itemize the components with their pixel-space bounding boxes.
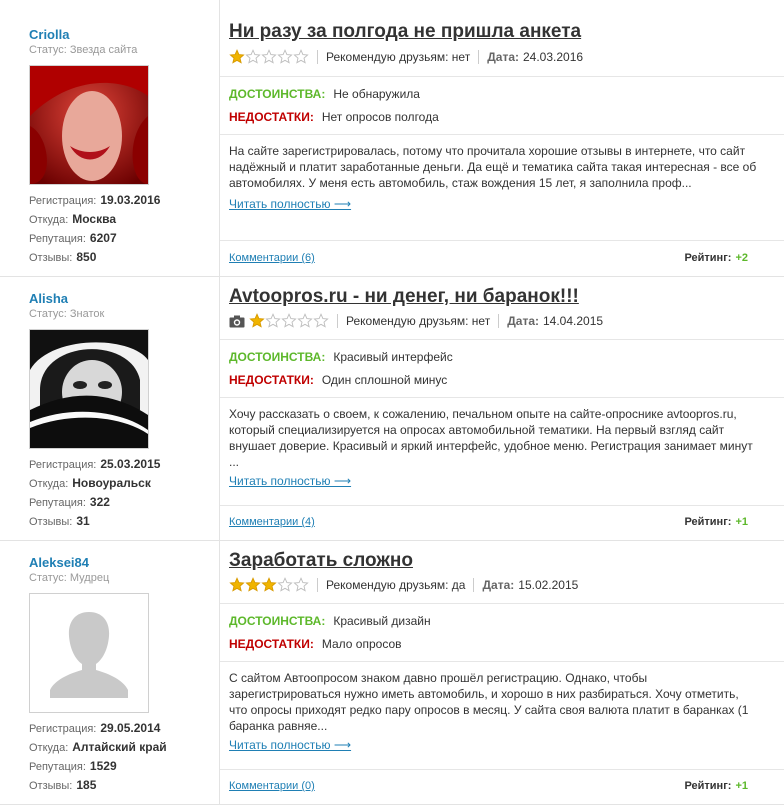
review-meta: Рекомендую друзьям: да Дата: 15.02.2015 <box>229 577 578 593</box>
author-avatar[interactable] <box>29 65 149 185</box>
divider <box>220 397 784 398</box>
author-reputation: Репутация: 322 <box>29 495 110 509</box>
meta-divider <box>337 314 338 328</box>
recommend-text: Рекомендую друзьям: нет <box>346 314 491 328</box>
review-author-panel: Aleksei84 Статус: Мудрец Регистрация: 29.… <box>0 540 220 804</box>
pros-row: ДОСТОИНСТВА: Красивый интерфейс <box>229 350 453 364</box>
review-title-link[interactable]: Заработать сложно <box>229 550 413 572</box>
review-meta: Рекомендую друзьям: нет Дата: 24.03.2016 <box>229 49 583 65</box>
star-icon <box>261 49 277 64</box>
review-date: 15.02.2015 <box>518 578 579 592</box>
author-review-count: Отзывы: 185 <box>29 778 97 792</box>
author-registration: Регистрация: 19.03.2016 <box>29 193 161 207</box>
star-icon <box>293 49 309 64</box>
meta-divider <box>478 50 480 64</box>
author-avatar[interactable] <box>29 329 149 449</box>
review-rating: Рейтинг: +2 <box>684 252 748 264</box>
star-icon <box>229 577 245 592</box>
rating-stars <box>229 49 309 65</box>
author-reputation: Репутация: 1529 <box>29 759 117 773</box>
review-excerpt: С сайтом Автоопросом знаком давно прошёл… <box>229 671 749 733</box>
review-author-panel: Criolla Статус: Звезда сайта Регистрация… <box>0 0 220 276</box>
author-registration: Регистрация: 25.03.2015 <box>29 457 161 471</box>
author-registration: Регистрация: 29.05.2014 <box>29 721 161 735</box>
cons-row: НЕДОСТАТКИ: Один сплошной минус <box>229 373 448 387</box>
cons-row: НЕДОСТАТКИ: Мало опросов <box>229 637 402 651</box>
rating-stars <box>249 313 329 329</box>
read-more-link[interactable]: Читать полностью ⟶ <box>229 474 351 488</box>
author-reputation: Репутация: 6207 <box>29 231 117 245</box>
author-name-link[interactable]: Alisha <box>29 291 68 306</box>
meta-divider <box>317 50 318 64</box>
author-review-count: Отзывы: 31 <box>29 514 90 528</box>
read-more-link[interactable]: Читать полностью ⟶ <box>229 738 351 752</box>
date-label: Дата: <box>482 578 515 592</box>
review-excerpt: На сайте зарегистрировалась, потому что … <box>229 144 757 190</box>
recommend-text: Рекомендую друзьям: да <box>326 578 466 592</box>
author-location: Откуда: Москва <box>29 212 117 226</box>
star-icon <box>245 49 261 64</box>
author-avatar[interactable] <box>29 593 149 713</box>
star-icon <box>249 313 265 328</box>
divider <box>220 603 784 604</box>
author-location: Откуда: Новоуральск <box>29 476 151 490</box>
star-icon <box>277 49 293 64</box>
meta-divider <box>473 578 475 592</box>
star-icon <box>281 313 297 328</box>
review-body: Avtoopros.ru - ни денег, ни баранок!!! Р… <box>220 276 784 540</box>
review-meta: Рекомендую друзьям: нет Дата: 14.04.2015 <box>229 313 603 329</box>
review-date: 14.04.2015 <box>543 314 604 328</box>
star-icon <box>293 577 309 592</box>
comments-link[interactable]: Комментарии (4) <box>229 516 315 528</box>
divider <box>220 661 784 662</box>
divider <box>220 769 784 770</box>
divider <box>220 134 784 135</box>
date-label: Дата: <box>507 314 539 328</box>
cons-row: НЕДОСТАТКИ: Нет опросов полгода <box>229 110 439 124</box>
author-name-link[interactable]: Aleksei84 <box>29 555 89 570</box>
author-status: Статус: Знаток <box>29 308 105 320</box>
review-rating: Рейтинг: +1 <box>684 516 748 528</box>
review-card: Criolla Статус: Звезда сайта Регистрация… <box>0 0 784 277</box>
review-body: Ни разу за полгода не пришла анкета Реко… <box>220 0 784 276</box>
divider <box>220 76 784 77</box>
review-card: Alisha Статус: Знаток Регистрация: 25.03.… <box>0 276 784 541</box>
review-excerpt: Хочу рассказать о своем, к сожалению, пе… <box>229 407 753 469</box>
divider <box>220 240 784 241</box>
review-title-link[interactable]: Ни разу за полгода не пришла анкета <box>229 21 581 43</box>
divider <box>220 505 784 506</box>
pros-row: ДОСТОИНСТВА: Красивый дизайн <box>229 614 431 628</box>
star-icon <box>261 577 277 592</box>
rating-stars <box>229 577 309 593</box>
star-icon <box>297 313 313 328</box>
star-icon <box>277 577 293 592</box>
comments-link[interactable]: Комментарии (6) <box>229 252 315 264</box>
review-body: Заработать сложно Рекомендую друзьям: да… <box>220 540 784 804</box>
star-icon <box>245 577 261 592</box>
read-more-link[interactable]: Читать полностью ⟶ <box>229 197 351 211</box>
review-author-panel: Alisha Статус: Знаток Регистрация: 25.03.… <box>0 276 220 540</box>
author-review-count: Отзывы: 850 <box>29 250 97 264</box>
default-avatar-icon <box>30 594 148 712</box>
divider <box>220 339 784 340</box>
star-icon <box>229 49 245 64</box>
author-location: Откуда: Алтайский край <box>29 740 167 754</box>
author-status: Статус: Мудрец <box>29 572 110 584</box>
comments-link[interactable]: Комментарии (0) <box>229 780 315 792</box>
author-status: Статус: Звезда сайта <box>29 44 138 56</box>
recommend-text: Рекомендую друзьям: нет <box>326 50 471 64</box>
review-title-link[interactable]: Avtoopros.ru - ни денег, ни баранок!!! <box>229 286 579 308</box>
date-label: Дата: <box>487 50 519 64</box>
reviews-page: Criolla Статус: Звезда сайта Регистрация… <box>0 0 784 806</box>
author-name-link[interactable]: Criolla <box>29 27 69 42</box>
review-card: Aleksei84 Статус: Мудрец Регистрация: 29.… <box>0 540 784 805</box>
review-date: 24.03.2016 <box>523 50 584 64</box>
meta-divider <box>498 314 500 328</box>
review-rating: Рейтинг: +1 <box>684 780 748 792</box>
pros-row: ДОСТОИНСТВА: Не обнаружила <box>229 87 420 101</box>
star-icon <box>313 313 329 328</box>
star-icon <box>265 313 281 328</box>
meta-divider <box>317 578 318 592</box>
camera-icon <box>229 315 245 327</box>
